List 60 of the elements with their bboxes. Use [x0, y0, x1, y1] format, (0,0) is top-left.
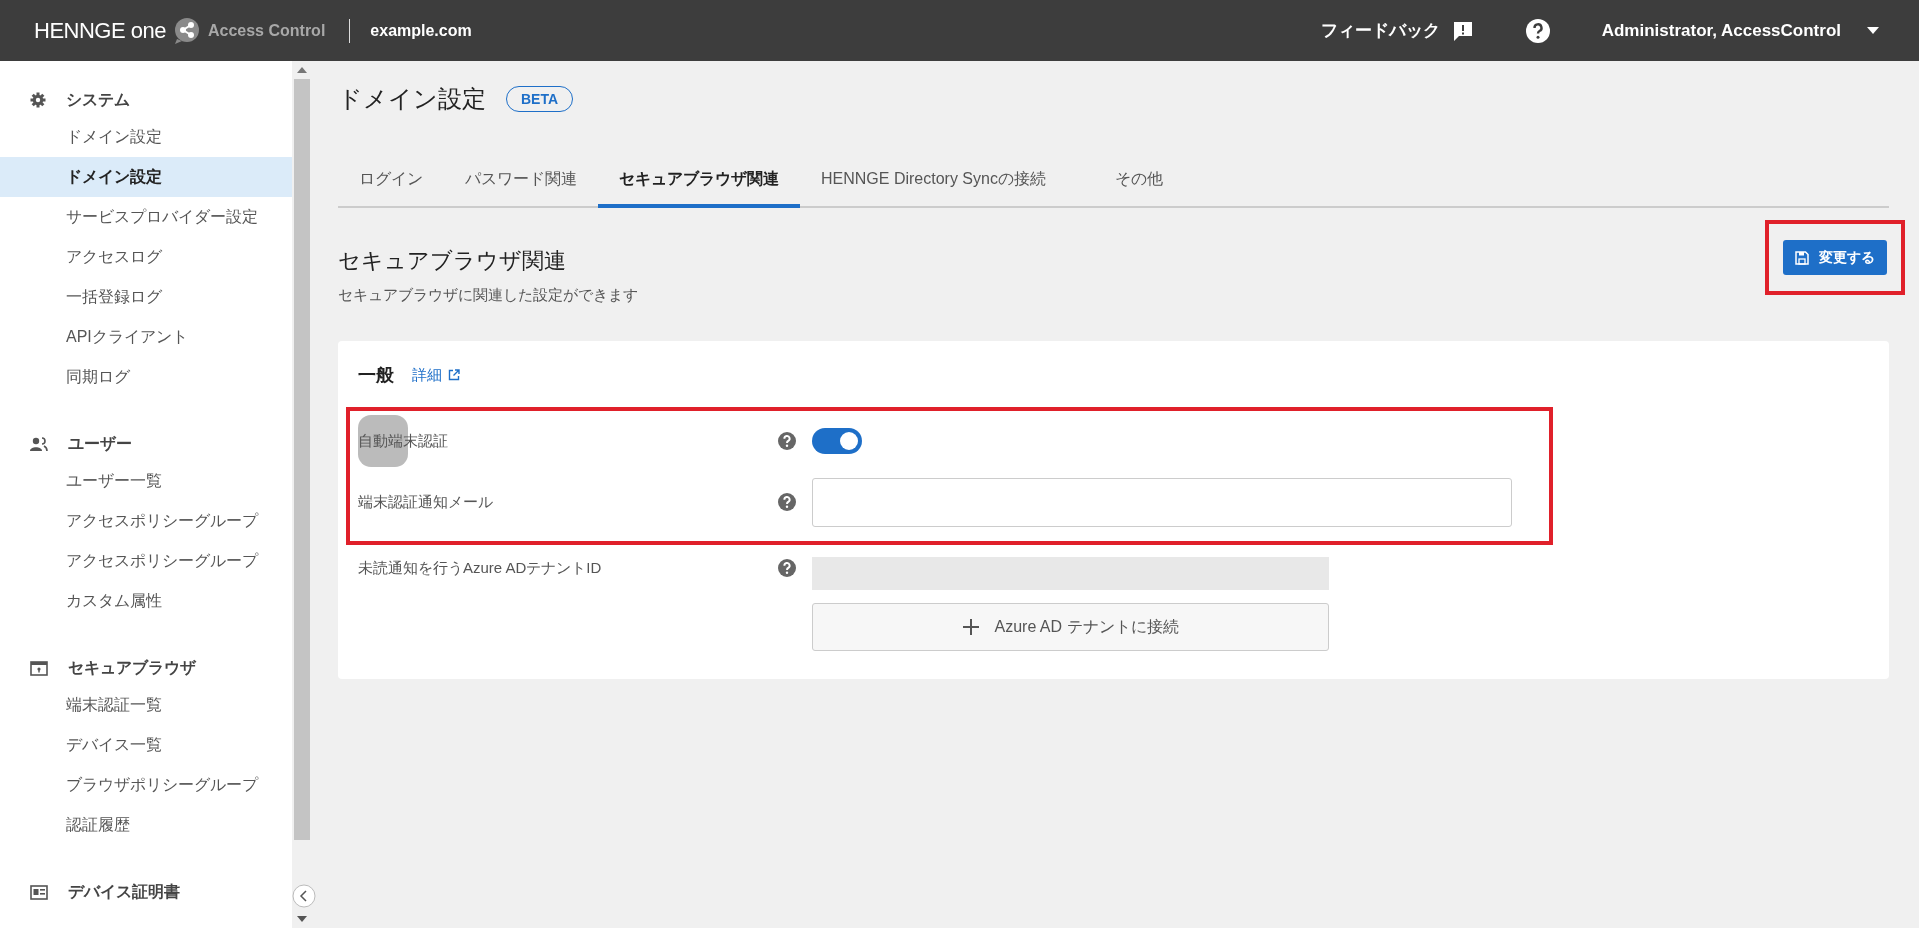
scroll-down-icon[interactable] — [297, 916, 307, 922]
people-icon — [30, 437, 48, 451]
help-icon[interactable] — [1525, 18, 1550, 43]
sidebar-item[interactable]: ドメイン設定 — [0, 157, 292, 197]
caret-icon[interactable] — [1867, 26, 1879, 35]
sidebar-item[interactable]: サービスプロバイダー設定 — [0, 197, 292, 237]
gear-icon — [30, 92, 46, 108]
sidebar-item[interactable]: 認証履歴 — [0, 805, 292, 845]
sidebar-item[interactable]: ドメイン設定 — [0, 117, 292, 157]
sidebar-section-title[interactable]: デバイス証明書 — [68, 881, 180, 903]
scrollbar-thumb[interactable] — [294, 79, 310, 840]
sidebar-item[interactable]: カスタム属性 — [0, 581, 292, 621]
sidebar-item[interactable]: アクセスポリシーグループ — [0, 501, 292, 541]
sidebar-section-title[interactable]: システム — [66, 89, 130, 111]
card-title: 一般 — [358, 364, 394, 387]
domain-name: example.com — [370, 21, 472, 40]
details-link[interactable]: 詳細 — [412, 365, 460, 385]
save-icon — [1795, 250, 1809, 265]
setting-label: 自動端末認証 — [358, 431, 449, 451]
external-link-icon — [448, 369, 460, 381]
help-icon[interactable] — [778, 493, 796, 511]
tab[interactable]: セキュアブラウザ関連 — [598, 159, 800, 208]
setting-label: 未読通知を行うAzure ADテナントID — [358, 559, 603, 578]
email-input-field[interactable] — [812, 477, 1512, 527]
sidebar-item[interactable]: ユーザー一覧 — [0, 461, 292, 501]
connect-button[interactable]: Azure AD テナントに接続 — [812, 603, 1329, 651]
help-icon[interactable] — [778, 559, 796, 577]
tab[interactable]: ログイン — [338, 159, 444, 208]
browser-window-icon — [30, 660, 48, 676]
sidebar-item[interactable]: APIクライアント — [0, 317, 292, 357]
scroll-up-icon[interactable] — [297, 67, 307, 73]
sidebar-item[interactable]: 端末認証一覧 — [0, 685, 292, 725]
sidebar-item[interactable]: 一括登録ログ — [0, 277, 292, 317]
product-name: Access Control — [207, 21, 326, 40]
feedback-button[interactable]: フィードバック — [1320, 19, 1440, 42]
plus-icon — [962, 618, 981, 636]
sidebar-item[interactable]: ブラウザポリシーグループ — [0, 765, 292, 805]
id-card-icon — [30, 884, 48, 900]
save-button[interactable]: 変更する — [1783, 240, 1887, 275]
toggle-switch[interactable] — [812, 428, 862, 454]
tab[interactable]: HENNGE Directory Syncの接続 — [800, 159, 1067, 208]
page-title: ドメイン設定 — [338, 84, 486, 114]
setting-label: 端末認証通知メール — [358, 492, 494, 512]
sidebar-item[interactable]: デバイス一覧 — [0, 725, 292, 765]
sidebar-section-title[interactable]: セキュアブラウザ — [68, 657, 196, 679]
tab[interactable]: その他 — [1066, 159, 1184, 208]
scrollbar[interactable] — [292, 61, 312, 928]
sidebar-item[interactable]: アクセスログ — [0, 237, 292, 277]
section-title: セキュアブラウザ関連 — [338, 247, 567, 275]
sidebar-section-title[interactable]: ユーザー — [68, 433, 132, 455]
help-icon[interactable] — [778, 432, 796, 450]
brand-logo[interactable]: HENNGE one — [34, 17, 166, 44]
feedback-icon[interactable] — [1451, 19, 1474, 42]
collapse-icon[interactable] — [292, 884, 316, 908]
share-logo-icon — [173, 16, 200, 45]
user-menu[interactable]: Administrator, AccessControl — [1601, 20, 1841, 41]
tab[interactable]: パスワード関連 — [444, 159, 598, 208]
sidebar-item[interactable]: アクセスポリシーグループ — [0, 541, 292, 581]
section-subtitle: セキュアブラウザに関連した設定ができます — [338, 286, 638, 305]
sidebar-item[interactable]: 同期ログ — [0, 357, 292, 397]
